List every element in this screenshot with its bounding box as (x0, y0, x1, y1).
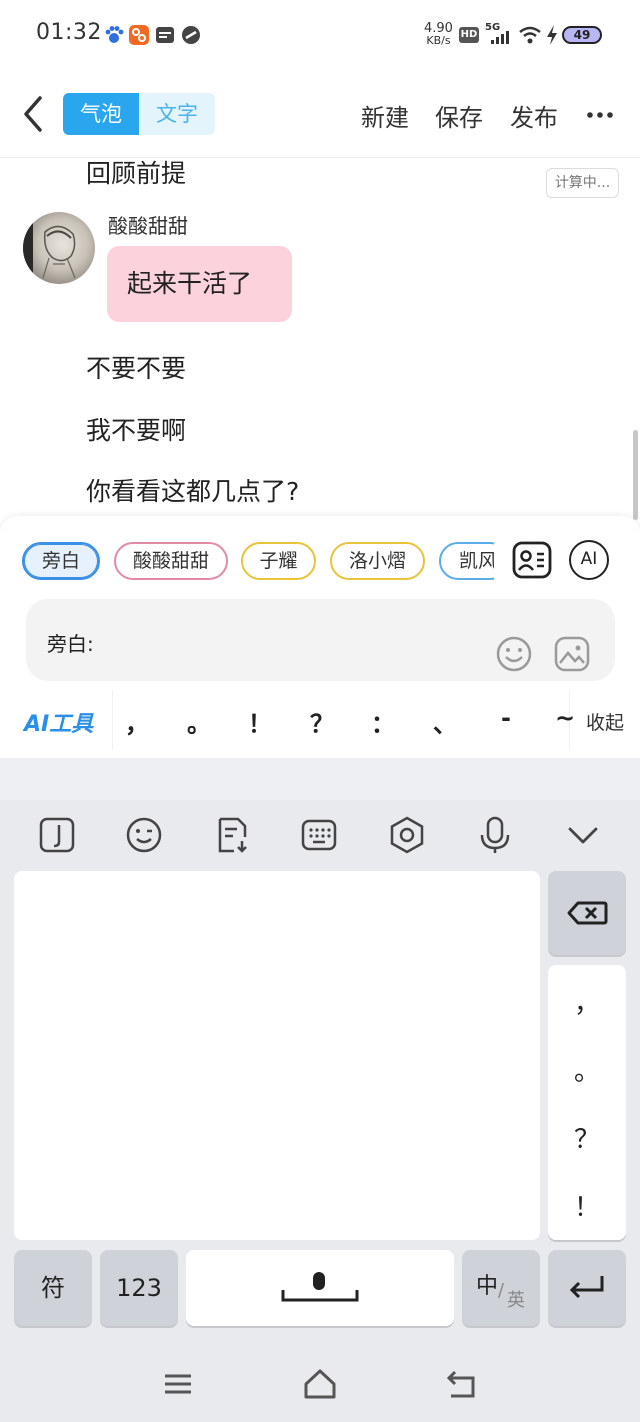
sync-icon (180, 24, 202, 46)
avatar-sketch-image (23, 212, 76, 284)
signal-icon: 5G (485, 22, 513, 46)
punct-key[interactable]: 。 (184, 704, 214, 739)
charging-icon (545, 24, 559, 46)
net-speed-unit: KB/s (426, 34, 451, 47)
handwriting-pad[interactable] (14, 871, 540, 1240)
tab-bubble[interactable]: 气泡 (63, 93, 139, 135)
punct-key[interactable]: ！ (245, 704, 275, 739)
tab-text[interactable]: 文字 (139, 93, 215, 135)
punct-key[interactable]: ？ (307, 704, 337, 739)
calc-status-badge: 计算中... (546, 168, 619, 198)
role-chip-list: 旁白 酸酸甜甜 子耀 洛小熠 凯风 (0, 542, 494, 582)
role-chip[interactable]: 子耀 (241, 542, 316, 580)
enter-key[interactable] (548, 1250, 626, 1326)
hide-keyboard-button[interactable] (563, 815, 603, 855)
role-manager-button[interactable] (511, 540, 553, 580)
avatar[interactable] (23, 212, 95, 284)
punct-key[interactable]: ， (122, 704, 152, 739)
space-mic-icon (281, 1272, 359, 1302)
punct-key[interactable]: ， (548, 983, 626, 1020)
app-notification-icon (128, 24, 150, 46)
chevron-left-icon (24, 96, 42, 132)
hd-badge: HD (459, 27, 479, 43)
more-dots-icon (587, 112, 613, 118)
lang-sub-label: 英 (507, 1290, 525, 1311)
keyboard-icon (301, 819, 337, 851)
narration-text[interactable]: 你看看这都几点了? (86, 472, 299, 508)
voice-input-button[interactable] (475, 815, 515, 855)
save-button[interactable]: 保存 (435, 98, 483, 133)
paw-icon (103, 24, 125, 46)
punctuation-column: ， 。 ？ ！ (548, 965, 626, 1240)
enter-arrow-icon (569, 1276, 604, 1299)
message-input[interactable] (110, 628, 480, 656)
document-edit-icon (218, 817, 247, 853)
home-icon (304, 1369, 336, 1399)
status-time: 01:32 (36, 20, 102, 45)
backspace-icon (567, 901, 608, 925)
narration-text[interactable]: 不要不要 (86, 349, 186, 385)
mode-switch: 气泡 文字 (63, 93, 215, 135)
lang-slash: / (498, 1280, 505, 1301)
keyboard-gap (0, 758, 640, 800)
menu-nav-button[interactable] (161, 1368, 195, 1400)
chevron-down-icon (568, 827, 598, 844)
lang-main-label: 中 (476, 1274, 499, 1299)
back-arrow-icon (446, 1370, 475, 1398)
punct-key[interactable]: ： (368, 704, 398, 739)
punct-key[interactable]: ~ (550, 704, 580, 732)
ai-tools-button[interactable]: AI工具 (24, 706, 93, 738)
collapse-button[interactable]: 收起 (586, 708, 624, 735)
ai-button[interactable]: AI (569, 540, 609, 580)
status-bar: 01:32 4.90 KB/s HD 5G 49 (0, 0, 640, 70)
punct-key[interactable]: - (491, 704, 521, 732)
symbol-key[interactable]: 符 (14, 1250, 92, 1326)
space-key[interactable] (186, 1250, 454, 1326)
menu-icon (165, 1374, 191, 1394)
back-button[interactable] (18, 94, 48, 134)
calendar-icon (154, 24, 176, 46)
more-menu-button[interactable] (584, 100, 618, 130)
music-note-icon (39, 817, 75, 853)
home-nav-button[interactable] (303, 1368, 337, 1400)
language-switch-key[interactable]: 中 / 英 (462, 1250, 540, 1326)
punct-key[interactable]: 。 (548, 1051, 626, 1088)
emoji-button[interactable] (495, 635, 533, 673)
contact-card-icon (512, 541, 552, 579)
wink-face-icon (126, 817, 162, 853)
role-chip[interactable]: 酸酸甜甜 (114, 542, 228, 580)
hexagon-settings-icon (390, 816, 424, 854)
image-button[interactable] (553, 635, 591, 673)
new-button[interactable]: 新建 (361, 98, 409, 133)
role-chip[interactable]: 洛小熠 (330, 542, 425, 580)
microphone-icon (480, 816, 510, 853)
message-sender-name: 酸酸甜甜 (108, 214, 188, 238)
music-clip-button[interactable] (37, 815, 77, 855)
role-chip[interactable]: 凯风 (439, 542, 494, 580)
punctuation-bar: ， 。 ！ ？ ： 、 - ~ (112, 690, 575, 750)
keyboard-settings-button[interactable] (387, 815, 427, 855)
back-nav-button[interactable] (445, 1368, 479, 1400)
keyboard-layout-button[interactable] (299, 815, 339, 855)
publish-button[interactable]: 发布 (510, 98, 558, 133)
role-chip-narrator[interactable]: 旁白 (22, 542, 100, 580)
input-role-label: 旁白: (47, 632, 94, 656)
wifi-icon (518, 25, 542, 45)
smiley-icon (496, 636, 532, 672)
narration-text[interactable]: 我不要啊 (86, 411, 186, 447)
network-speed: 4.90 KB/s (424, 22, 453, 46)
message-bubble[interactable]: 起来干活了 (107, 246, 292, 322)
narration-text[interactable]: 回顾前提 (86, 154, 186, 190)
image-icon (554, 636, 590, 672)
punct-key[interactable]: ！ (548, 1187, 626, 1224)
number-key[interactable]: 123 (100, 1250, 178, 1326)
punct-key[interactable]: ？ (548, 1119, 626, 1156)
clipboard-button[interactable] (212, 815, 252, 855)
delete-key[interactable] (548, 871, 626, 955)
punct-key[interactable]: 、 (430, 704, 460, 739)
battery-indicator: 49 (562, 26, 602, 44)
emoji-keyboard-button[interactable] (124, 815, 164, 855)
scrollbar-thumb[interactable] (633, 430, 638, 520)
